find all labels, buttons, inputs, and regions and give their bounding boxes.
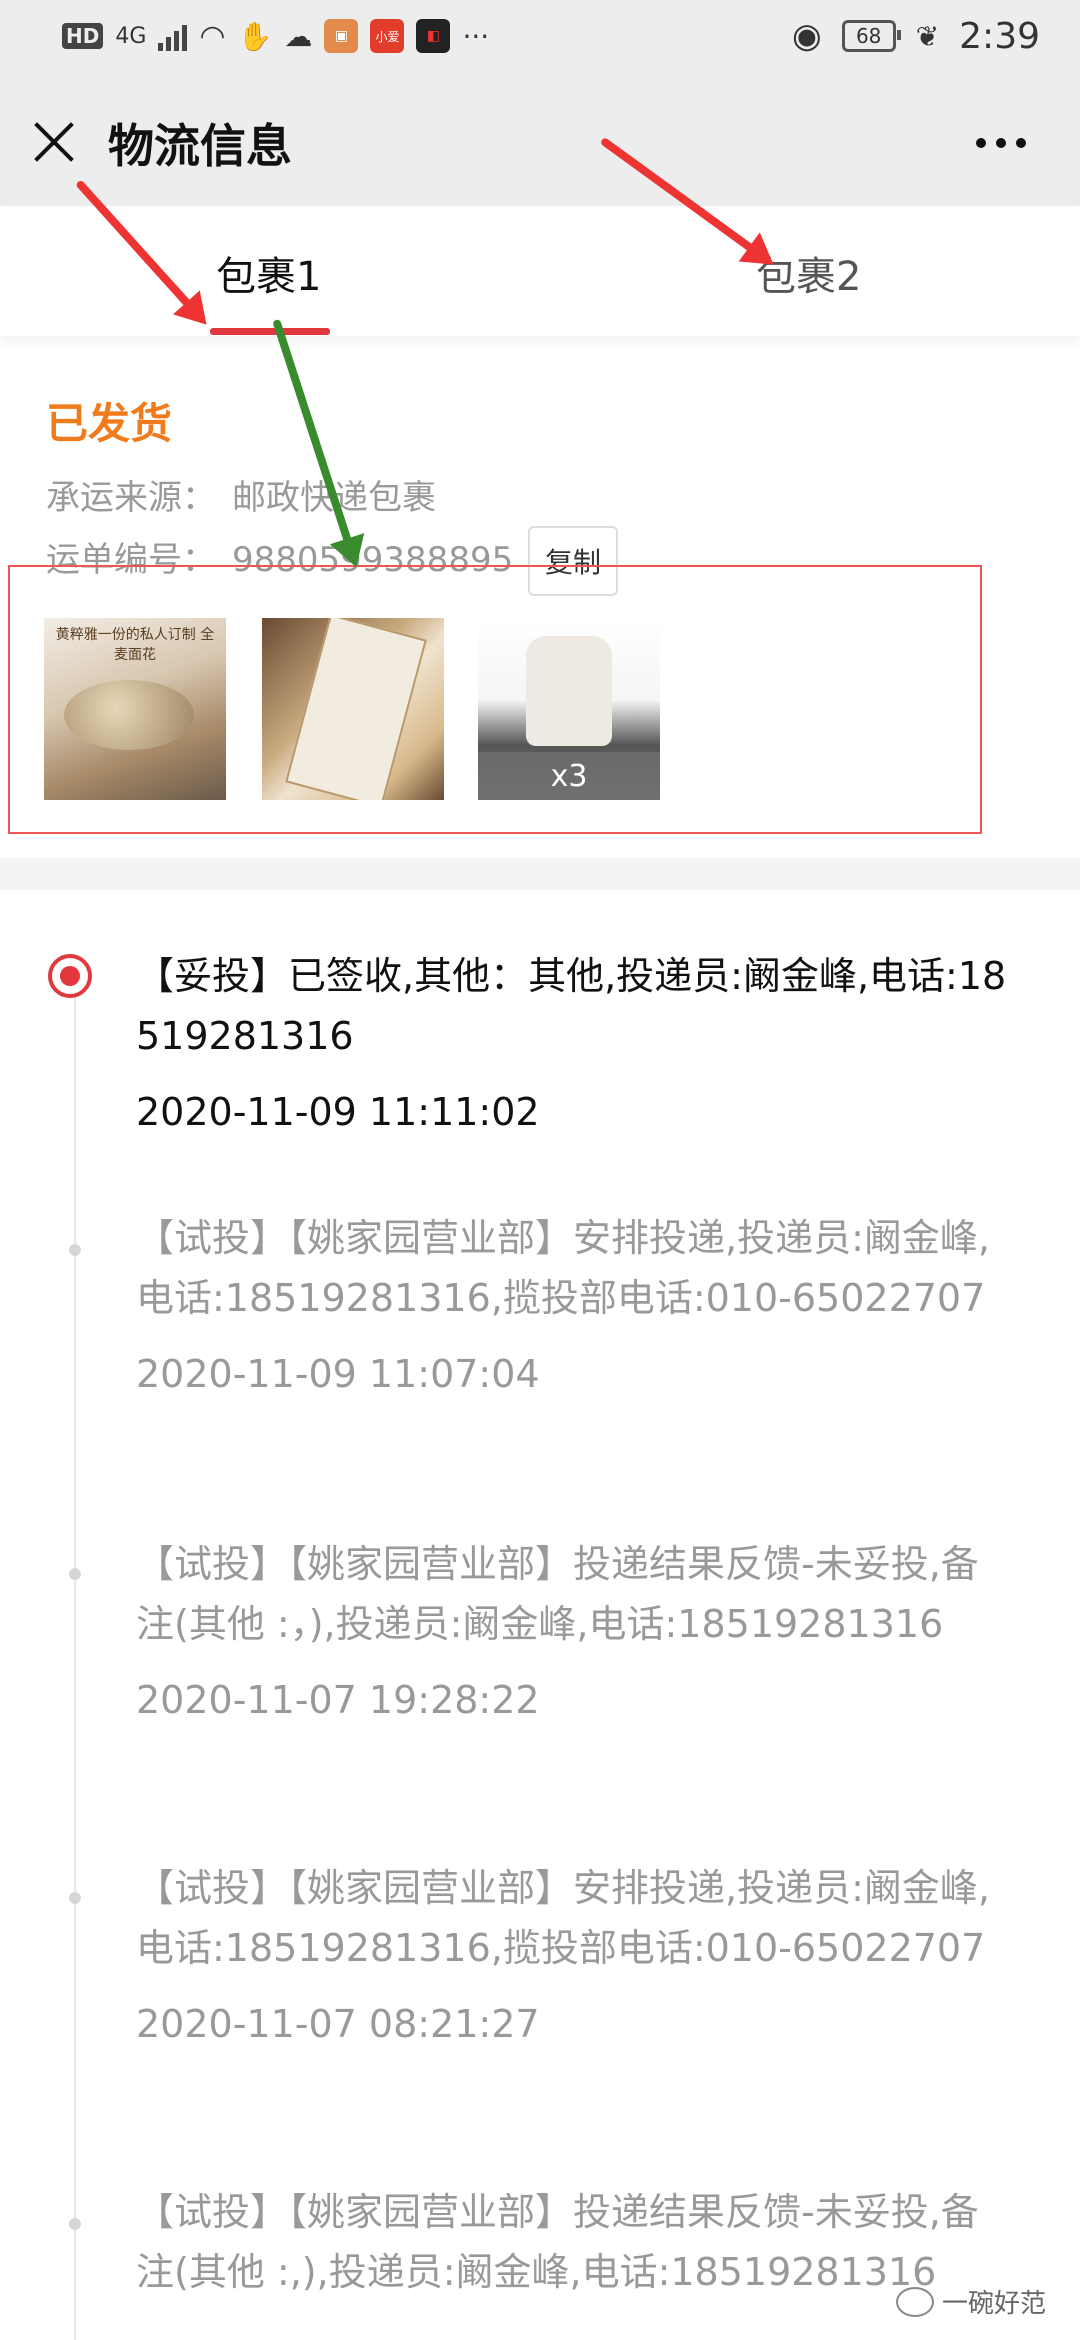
signal-icon xyxy=(158,21,188,51)
status-bar-right: ◉ 68 ❦ 2:39 xyxy=(792,14,1040,58)
flour-bag-image[interactable]: x3 xyxy=(478,618,660,800)
hd-badge: HD xyxy=(62,23,104,49)
timeline-active-dot xyxy=(48,954,92,998)
event-description: 【试投】【姚家园营业部】安排投递,投递员:阚金峰,电话:18519281316,… xyxy=(136,1866,990,1970)
tab-package-1[interactable]: 包裹1 xyxy=(216,244,321,302)
timeline-line xyxy=(74,980,76,2340)
app-icon-xiaoai: 小爱 xyxy=(370,19,405,53)
timeline-event: 【妥投】已签收,其他：其他,投递员:阚金峰,电话:18519281316 202… xyxy=(136,946,1016,1134)
status-bar-left: HD 4G ◠ ✋ ☁ ▣ 小爱 ◧ ··· xyxy=(62,14,489,58)
timeline-dot xyxy=(69,2218,81,2230)
watermark: 一碗好范 xyxy=(895,2283,1046,2320)
bread-image xyxy=(64,680,194,750)
product-image-text: 黄粹雅一份的私人订制 全麦面花 xyxy=(55,627,215,663)
hand-icon: ✋ xyxy=(237,19,273,53)
timeline-dot xyxy=(69,1892,81,1904)
app-icon-orange: ▣ xyxy=(324,19,359,53)
timeline-event: 【试投】【姚家园营业部】安排投递,投递员:阚金峰,电话:18519281316,… xyxy=(136,1858,1016,2046)
noodle-package-image[interactable] xyxy=(262,618,444,800)
event-time: 2020-11-07 08:21:27 xyxy=(136,2002,540,2046)
event-description: 【试投】【姚家园营业部】投递结果反馈-未妥投,备注(其他 :,),投递员:阚金峰… xyxy=(136,2190,979,2294)
battery-level: 68 xyxy=(855,24,882,48)
timeline-dot xyxy=(69,1568,81,1580)
clock: 2:39 xyxy=(959,15,1040,57)
shipment-status: 已发货 xyxy=(46,399,173,448)
leaf-icon: ❦ xyxy=(915,19,940,53)
title-bar: 物流信息 xyxy=(0,72,1080,206)
eye-icon: ◉ xyxy=(792,16,822,56)
flour-bag xyxy=(526,636,612,746)
section-divider xyxy=(0,858,1080,890)
close-icon[interactable] xyxy=(28,116,80,168)
timeline-event: 【试投】【姚家园营业部】投递结果反馈-未妥投,备注(其他 :，),投递员:阚金峰… xyxy=(136,1534,1016,1722)
quantity-overlay: x3 xyxy=(478,752,660,800)
network-label: 4G xyxy=(115,23,147,49)
carrier-row: 承运来源：邮政快递包裹 xyxy=(46,470,436,519)
event-time: 2020-11-09 11:11:02 xyxy=(136,1090,540,1134)
carrier-label: 承运来源： xyxy=(46,478,216,518)
battery-icon: 68 xyxy=(841,20,901,52)
status-bar: HD 4G ◠ ✋ ☁ ▣ 小爱 ◧ ··· ◉ 68 ❦ 2:39 xyxy=(0,0,1080,72)
watermark-text: 一碗好范 xyxy=(941,2289,1046,2319)
timeline-event: 【试投】【姚家园营业部】投递结果反馈-未妥投,备注(其他 :,),投递员:阚金峰… xyxy=(136,2182,1016,2302)
noodle-package xyxy=(285,618,427,800)
page-title: 物流信息 xyxy=(108,119,292,173)
event-description: 【妥投】已签收,其他：其他,投递员:阚金峰,电话:18519281316 xyxy=(136,954,1007,1058)
timeline-event: 【试投】【姚家园营业部】安排投递,投递员:阚金峰,电话:18519281316,… xyxy=(136,1208,1016,1396)
event-description: 【试投】【姚家园营业部】安排投递,投递员:阚金峰,电话:18519281316,… xyxy=(136,1216,990,1320)
more-options-icon[interactable] xyxy=(976,138,1026,148)
timeline-dot xyxy=(69,1244,81,1256)
active-tab-indicator xyxy=(210,328,330,335)
event-time: 2020-11-09 11:07:04 xyxy=(136,1352,540,1396)
more-notifications-icon: ··· xyxy=(462,19,490,53)
bread-product-image[interactable]: 黄粹雅一份的私人订制 全麦面花 xyxy=(44,618,226,800)
wifi-icon: ◠ xyxy=(199,18,226,54)
wechat-icon xyxy=(895,2286,934,2317)
event-time: 2020-11-07 19:28:22 xyxy=(136,1678,540,1722)
app-icon-dark: ◧ xyxy=(416,19,451,53)
event-description: 【试投】【姚家园营业部】投递结果反馈-未妥投,备注(其他 :，),投递员:阚金峰… xyxy=(136,1542,979,1646)
cloud-icon: ☁ xyxy=(284,19,313,53)
